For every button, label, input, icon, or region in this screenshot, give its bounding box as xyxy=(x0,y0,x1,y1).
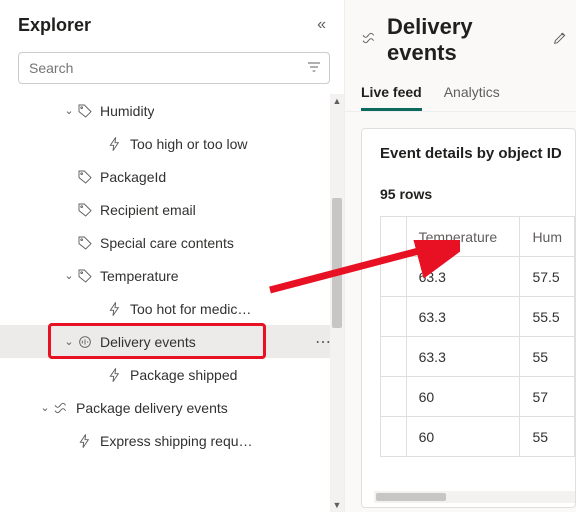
tree-item-label: PackageId xyxy=(100,169,166,185)
column-header[interactable]: Hum xyxy=(520,217,575,257)
scroll-thumb[interactable] xyxy=(332,198,342,328)
tree-item-too-high-or-too-low[interactable]: Too high or too low xyxy=(0,127,344,160)
table-cell: 55.5 xyxy=(520,297,575,337)
stream-icon xyxy=(361,30,377,51)
table-row[interactable]: 63.355 xyxy=(381,337,575,377)
tab-live-feed[interactable]: Live feed xyxy=(361,78,422,111)
page-title: Delivery events xyxy=(387,14,540,66)
chevron-down-icon: ⌄ xyxy=(62,335,76,348)
tree-item-package-delivery-events[interactable]: ⌄ Package delivery events xyxy=(0,391,344,424)
table-cell xyxy=(381,257,407,297)
tag-icon xyxy=(76,169,94,185)
tree-item-label: Recipient email xyxy=(100,202,196,218)
tree-item-label: Package delivery events xyxy=(76,400,228,416)
tree-item-label: Express shipping requ… xyxy=(100,433,253,449)
collapse-panel-icon[interactable]: « xyxy=(313,12,330,38)
table-row[interactable]: 63.355.5 xyxy=(381,297,575,337)
table-cell xyxy=(381,377,407,417)
row-count: 95 rows xyxy=(380,186,575,202)
bolt-icon xyxy=(106,301,124,317)
table-cell: 55 xyxy=(520,417,575,457)
table-cell xyxy=(381,417,407,457)
tag-icon xyxy=(76,103,94,119)
tree-item-special-care-contents[interactable]: Special care contents xyxy=(0,226,344,259)
explorer-title: Explorer xyxy=(18,15,91,36)
table-cell: 63.3 xyxy=(406,257,520,297)
horizontal-scrollbar[interactable]: ◀ xyxy=(374,491,575,503)
vertical-scrollbar[interactable]: ▲ ▼ xyxy=(330,94,344,512)
tree-item-label: Too hot for medic… xyxy=(130,301,251,317)
chevron-down-icon: ⌄ xyxy=(62,269,76,282)
filter-icon[interactable] xyxy=(299,59,329,78)
table-row[interactable]: 63.357.5 xyxy=(381,257,575,297)
scroll-up-icon[interactable]: ▲ xyxy=(330,94,344,108)
scroll-thumb[interactable] xyxy=(376,493,446,501)
tree-item-label: Humidity xyxy=(100,103,154,119)
tree-item-too-hot-for-medic[interactable]: Too hot for medic… xyxy=(0,292,344,325)
tag-icon xyxy=(76,235,94,251)
main-panel: Delivery events Live feed Analytics Event… xyxy=(345,0,576,512)
table-cell: 60 xyxy=(406,377,520,417)
table-row[interactable]: 6055 xyxy=(381,417,575,457)
tabs: Live feed Analytics xyxy=(345,72,576,112)
table-cell: 57 xyxy=(520,377,575,417)
column-header[interactable]: Temperature xyxy=(406,217,520,257)
bolt-icon xyxy=(106,367,124,383)
tree-item-label: Temperature xyxy=(100,268,179,284)
event-details-card: Event details by object ID 95 rows Tempe… xyxy=(361,128,576,508)
tree-item-humidity[interactable]: ⌄ Humidity xyxy=(0,94,344,127)
bolt-icon xyxy=(106,136,124,152)
search-field[interactable] xyxy=(19,60,299,76)
tree-item-temperature[interactable]: ⌄ Temperature xyxy=(0,259,344,292)
tree-item-package-shipped[interactable]: Package shipped xyxy=(0,358,344,391)
table-cell: 55 xyxy=(520,337,575,377)
table-cell: 63.3 xyxy=(406,337,520,377)
tag-icon xyxy=(76,268,94,284)
tab-analytics[interactable]: Analytics xyxy=(444,78,500,111)
tree-item-label: Special care contents xyxy=(100,235,234,251)
tree-item-recipient-email[interactable]: Recipient email xyxy=(0,193,344,226)
table-row[interactable]: 6057 xyxy=(381,377,575,417)
table-cell: 63.3 xyxy=(406,297,520,337)
tag-icon xyxy=(76,202,94,218)
table-cell: 57.5 xyxy=(520,257,575,297)
tree-item-packageid[interactable]: PackageId xyxy=(0,160,344,193)
search-input[interactable] xyxy=(18,52,330,84)
column-header[interactable] xyxy=(381,217,407,257)
wave-icon xyxy=(52,400,70,416)
more-icon[interactable]: ⋯ xyxy=(309,332,332,352)
explorer-tree: ⌄ Humidity Too high or too low PackageId Rec… xyxy=(0,94,344,457)
explorer-panel: Explorer « ⌄ Humidity Too high or too low P… xyxy=(0,0,345,512)
tree-item-label: Package shipped xyxy=(130,367,237,383)
tree-item-label: Delivery events xyxy=(100,334,196,350)
edit-title-icon[interactable] xyxy=(552,30,568,50)
table-cell xyxy=(381,337,407,377)
bolt-icon xyxy=(76,433,94,449)
tree-item-label: Too high or too low xyxy=(130,136,248,152)
data-table: TemperatureHum63.357.563.355.563.3556057… xyxy=(380,216,575,457)
tree-item-express-shipping-requ[interactable]: Express shipping requ… xyxy=(0,424,344,457)
chevron-down-icon: ⌄ xyxy=(62,104,76,117)
table-cell xyxy=(381,297,407,337)
chevron-down-icon: ⌄ xyxy=(38,401,52,414)
card-title: Event details by object ID xyxy=(380,145,575,162)
scroll-down-icon[interactable]: ▼ xyxy=(330,498,344,512)
stream-icon xyxy=(76,334,94,350)
table-cell: 60 xyxy=(406,417,520,457)
tree-item-delivery-events[interactable]: ⌄ Delivery events ⋯ xyxy=(0,325,344,358)
